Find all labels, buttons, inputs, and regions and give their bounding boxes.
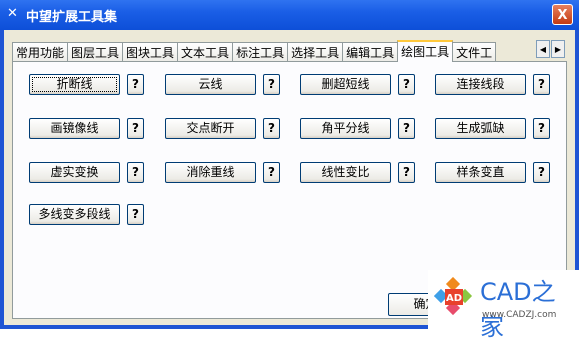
help-button[interactable]: ? [398, 162, 415, 183]
logo-text: AD [446, 293, 462, 304]
help-button[interactable]: ? [127, 74, 144, 95]
help-button[interactable]: ? [263, 74, 280, 95]
help-button[interactable]: ? [127, 162, 144, 183]
tool-button-spline-to-straight[interactable]: 样条变直 [435, 162, 526, 183]
tab-common[interactable]: 常用功能 [12, 42, 69, 62]
help-button[interactable]: ? [263, 118, 280, 139]
tab-draw[interactable]: 绘图工具 [397, 40, 454, 62]
tool-button-break-line[interactable]: 折断线 [29, 74, 120, 95]
tool-button-mirror-line[interactable]: 画镜像线 [29, 118, 120, 139]
help-button[interactable]: ? [533, 118, 550, 139]
tab-scroll-right-icon[interactable]: ▶ [551, 40, 565, 58]
tab-scroll-left-icon[interactable]: ◀ [536, 40, 550, 58]
title-bar[interactable]: ✕ 中望扩展工具集 X [0, 0, 579, 30]
tab-layer[interactable]: 图层工具 [67, 42, 124, 62]
help-button[interactable]: ? [398, 118, 415, 139]
tab-edit[interactable]: 编辑工具 [342, 42, 399, 62]
tab-text[interactable]: 文本工具 [177, 42, 234, 62]
help-button[interactable]: ? [533, 74, 550, 95]
tool-button-mline-to-polyline[interactable]: 多线变多段线 [29, 204, 120, 225]
watermark-url: www.CADZJ.com [482, 310, 557, 320]
help-button[interactable]: ? [127, 118, 144, 139]
tool-button-break-at-intersection[interactable]: 交点断开 [165, 118, 256, 139]
tab-strip: 常用功能 图层工具 图块工具 文本工具 标注工具 选择工具 编辑工具 绘图工具 文件工 [12, 40, 552, 62]
tool-button-remove-duplicate-lines[interactable]: 消除重线 [165, 162, 256, 183]
tool-button-linear-scale[interactable]: 线性变比 [300, 162, 391, 183]
tab-file[interactable]: 文件工 [452, 42, 497, 62]
tool-button-delete-short-lines[interactable]: 删超短线 [300, 74, 391, 95]
close-button[interactable]: X [552, 4, 573, 25]
watermark-text: CAD之家 [480, 278, 556, 341]
tab-select[interactable]: 选择工具 [287, 42, 344, 62]
help-button[interactable]: ? [127, 204, 144, 225]
tool-button-angle-bisector[interactable]: 角平分线 [300, 118, 391, 139]
tab-block[interactable]: 图块工具 [122, 42, 179, 62]
tool-button-dash-solid-toggle[interactable]: 虚实变换 [29, 162, 120, 183]
app-icon: ✕ [7, 6, 18, 21]
tool-button-join-segments[interactable]: 连接线段 [435, 74, 526, 95]
help-button[interactable]: ? [398, 74, 415, 95]
help-button[interactable]: ? [533, 162, 550, 183]
window-title: 中望扩展工具集 [26, 10, 118, 25]
tool-button-generate-arc-gap[interactable]: 生成弧缺 [435, 118, 526, 139]
tab-dimension[interactable]: 标注工具 [232, 42, 289, 62]
help-button[interactable]: ? [263, 162, 280, 183]
watermark: AD CAD之家 www.CADZJ.com [428, 270, 579, 341]
cad-logo-icon: AD [434, 277, 473, 316]
tool-button-cloud-line[interactable]: 云线 [165, 74, 256, 95]
